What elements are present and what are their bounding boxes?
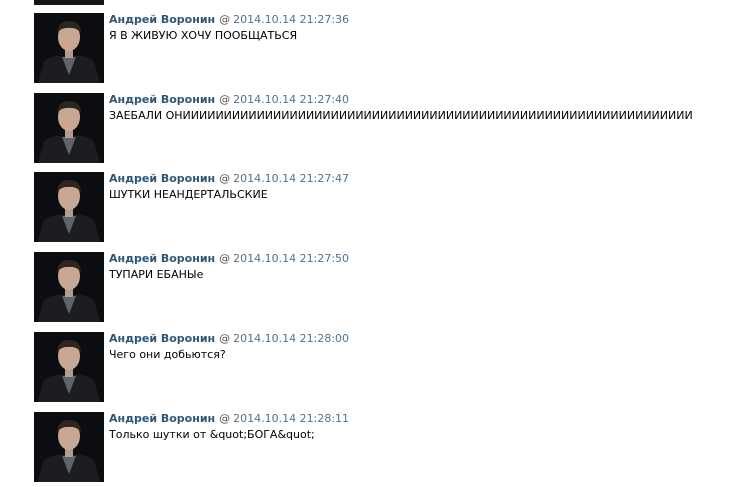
message-item: Андрей Воронин @2014.10.14 21:27:47 ШУТКИ… [34,172,724,244]
avatar[interactable] [34,13,104,83]
at-sign: @ [219,412,231,425]
message-text: ЗАЕБАЛИ ОНИИИИИИИИИИИИИИИИИИИИИИИИИИИИИИ… [109,109,693,122]
message-header: Андрей Воронин @2014.10.14 21:27:36 [109,13,349,27]
message-header: Андрей Воронин @2014.10.14 21:27:47 [109,172,349,186]
avatar[interactable] [34,252,104,322]
author-link[interactable]: Андрей Воронин [109,412,215,425]
author-link[interactable]: Андрей Воронин [109,332,215,345]
author-link[interactable]: Андрей Воронин [109,13,215,26]
at-sign: @ [219,13,231,26]
at-sign: @ [219,252,231,265]
message-text: Чего они добьются? [109,348,226,361]
at-sign: @ [219,172,231,185]
message-timestamp: 2014.10.14 21:27:47 [233,172,350,185]
message-timestamp: 2014.10.14 21:28:00 [233,332,350,345]
message-header: Андрей Воронин @2014.10.14 21:27:50 [109,252,349,266]
message-item: Андрей Воронин @2014.10.14 21:27:40 ЗАЕБА… [34,93,724,165]
at-sign: @ [219,93,231,106]
previous-avatar-edge [34,0,104,5]
message-item: Андрей Воронин @2014.10.14 21:28:11 Тольк… [34,412,724,484]
message-text: Только шутки от &quot;БОГА&quot; [109,428,315,441]
message-text: ШУТКИ НЕАНДЕРТАЛЬСКИЕ [109,188,268,201]
message-item: Андрей Воронин @2014.10.14 21:27:50 ТУПАР… [34,252,724,324]
message-text: ТУПАРИ ЕБАНЫе [109,268,204,281]
author-link[interactable]: Андрей Воронин [109,93,215,106]
message-text: Я В ЖИВУЮ ХОЧУ ПООБЩАТЬСЯ [109,29,298,42]
message-timestamp: 2014.10.14 21:27:40 [233,93,350,106]
at-sign: @ [219,332,231,345]
message-item: Андрей Воронин @2014.10.14 21:28:00 Чего … [34,332,724,404]
message-header: Андрей Воронин @2014.10.14 21:28:00 [109,332,349,346]
author-link[interactable]: Андрей Воронин [109,252,215,265]
message-item: Андрей Воронин @2014.10.14 21:27:36 Я В Ж… [34,13,724,85]
message-feed: Андрей Воронин @2014.10.14 21:27:36 Я В Ж… [0,0,735,487]
message-header: Андрей Воронин @2014.10.14 21:27:40 [109,93,349,107]
avatar[interactable] [34,332,104,402]
avatar[interactable] [34,412,104,482]
message-timestamp: 2014.10.14 21:27:36 [233,13,350,26]
message-timestamp: 2014.10.14 21:27:50 [233,252,350,265]
avatar[interactable] [34,93,104,163]
avatar[interactable] [34,172,104,242]
author-link[interactable]: Андрей Воронин [109,172,215,185]
message-timestamp: 2014.10.14 21:28:11 [233,412,350,425]
message-header: Андрей Воронин @2014.10.14 21:28:11 [109,412,349,426]
